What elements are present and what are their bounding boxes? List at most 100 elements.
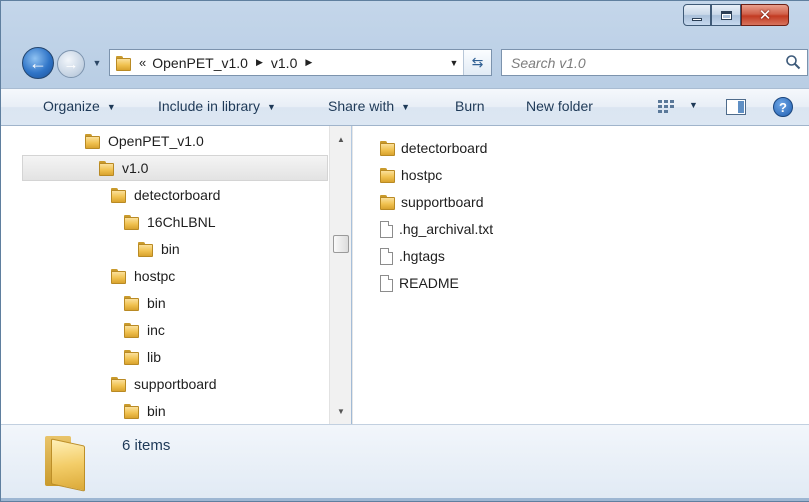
address-bar[interactable]: « OpenPET_v1.0 ▶ v1.0 ▶ ▼ ⇆ bbox=[109, 49, 492, 76]
breadcrumb-v1[interactable]: v1.0 bbox=[271, 55, 297, 71]
folder-icon bbox=[124, 322, 139, 338]
new-folder-button[interactable]: New folder bbox=[526, 98, 593, 114]
help-icon[interactable]: ? bbox=[773, 97, 793, 117]
close-button[interactable]: ✕ bbox=[741, 4, 789, 26]
scroll-thumb[interactable] bbox=[333, 235, 349, 253]
preview-pane-icon[interactable] bbox=[726, 99, 746, 115]
back-button[interactable]: ← bbox=[22, 47, 54, 79]
burn-button[interactable]: Burn bbox=[455, 98, 485, 114]
file-item-readme[interactable]: README bbox=[380, 271, 459, 295]
organize-button[interactable]: Organize ▼ bbox=[43, 98, 116, 114]
folder-icon bbox=[380, 167, 395, 183]
file-icon bbox=[380, 274, 393, 292]
tree-item-hostpc[interactable]: hostpc bbox=[111, 264, 175, 288]
tree-item-v1-selected[interactable]: v1.0 bbox=[22, 155, 328, 181]
tree-item-supportboard[interactable]: supportboard bbox=[111, 372, 217, 396]
back-arrow-icon: ← bbox=[29, 52, 47, 73]
chevron-down-icon: ▼ bbox=[92, 58, 102, 68]
breadcrumb-openpet[interactable]: OpenPET_v1.0 bbox=[152, 55, 248, 71]
folder-icon bbox=[111, 187, 126, 203]
tree-item-label: supportboard bbox=[134, 376, 217, 392]
minimize-button[interactable] bbox=[683, 4, 711, 26]
file-icon bbox=[380, 247, 393, 265]
scroll-down-icon[interactable]: ▼ bbox=[330, 402, 352, 420]
file-name: .hgtags bbox=[399, 248, 445, 264]
tree-item-label: lib bbox=[147, 349, 162, 365]
refresh-icon: ⇆ bbox=[471, 54, 484, 70]
refresh-button[interactable]: ⇆ bbox=[463, 50, 491, 75]
folder-icon bbox=[116, 55, 131, 71]
tree-item-label: v1.0 bbox=[122, 160, 149, 176]
file-item-hgtags[interactable]: .hgtags bbox=[380, 244, 445, 268]
breadcrumb-arrow-icon[interactable]: ▶ bbox=[305, 57, 312, 68]
search-icon[interactable] bbox=[785, 54, 801, 70]
maximize-button[interactable] bbox=[711, 4, 741, 26]
file-item-hostpc[interactable]: hostpc bbox=[380, 163, 442, 187]
tree-item-detectorboard[interactable]: detectorboard bbox=[111, 183, 220, 207]
file-item-supportboard[interactable]: supportboard bbox=[380, 190, 484, 214]
folder-icon bbox=[124, 295, 139, 311]
file-name: hostpc bbox=[401, 167, 443, 183]
minimize-icon bbox=[692, 17, 702, 21]
tree-item-bin[interactable]: bin bbox=[124, 399, 166, 423]
tree-item-lib[interactable]: lib bbox=[124, 345, 161, 369]
tree-item-label: OpenPET_v1.0 bbox=[108, 133, 204, 149]
folder-icon bbox=[380, 194, 395, 210]
file-list[interactable]: detectorboard hostpc supportboard .hg_ar… bbox=[352, 126, 809, 424]
recent-pages-dropdown[interactable]: ▼ bbox=[90, 57, 104, 69]
chevron-down-icon: ▼ bbox=[401, 102, 411, 112]
item-count: 6 items bbox=[122, 437, 171, 454]
folder-icon bbox=[124, 349, 139, 365]
tree-item-16chlbnl[interactable]: 16ChLBNL bbox=[124, 210, 216, 234]
change-view-icon[interactable] bbox=[657, 99, 675, 115]
search-input[interactable] bbox=[511, 54, 771, 71]
file-name: .hg_archival.txt bbox=[399, 221, 494, 237]
navigation-pane[interactable]: OpenPET_v1.0 v1.0 detectorboard 16ChLBNL… bbox=[1, 126, 329, 424]
scroll-up-icon[interactable]: ▲ bbox=[330, 130, 352, 148]
organize-label: Organize bbox=[43, 98, 100, 114]
chevron-down-icon: ▼ bbox=[266, 102, 276, 112]
tree-item-label: inc bbox=[147, 322, 165, 338]
file-name: README bbox=[399, 275, 459, 291]
file-item-detectorboard[interactable]: detectorboard bbox=[380, 136, 487, 160]
breadcrumb-arrow-icon[interactable]: ▶ bbox=[256, 57, 263, 68]
text-file-icon bbox=[380, 220, 393, 238]
folder-icon bbox=[124, 214, 139, 230]
folder-icon bbox=[124, 403, 139, 419]
maximize-icon bbox=[720, 10, 732, 20]
share-with-label: Share with bbox=[328, 98, 395, 114]
tree-item-bin[interactable]: bin bbox=[138, 237, 180, 261]
tree-item-openpet[interactable]: OpenPET_v1.0 bbox=[85, 129, 204, 153]
folder-icon bbox=[380, 140, 395, 156]
forward-button[interactable]: → bbox=[57, 50, 85, 78]
include-in-library-label: Include in library bbox=[158, 98, 260, 114]
forward-arrow-icon: → bbox=[63, 55, 79, 73]
folder-icon bbox=[45, 436, 85, 492]
tree-item-label: 16ChLBNL bbox=[147, 214, 216, 230]
view-options-dropdown[interactable]: ▼ bbox=[689, 100, 698, 110]
tree-item-label: bin bbox=[161, 241, 180, 257]
tree-item-label: bin bbox=[147, 403, 166, 419]
share-with-button[interactable]: Share with ▼ bbox=[328, 98, 410, 114]
folder-icon bbox=[138, 241, 153, 257]
tree-item-label: hostpc bbox=[134, 268, 176, 284]
include-in-library-button[interactable]: Include in library ▼ bbox=[158, 98, 276, 114]
chevron-down-icon: ▼ bbox=[106, 102, 116, 112]
file-name: detectorboard bbox=[401, 140, 488, 156]
folder-icon bbox=[85, 133, 100, 149]
tree-item-inc[interactable]: inc bbox=[124, 318, 165, 342]
folder-icon bbox=[111, 268, 126, 284]
tree-item-label: bin bbox=[147, 295, 166, 311]
close-icon: ✕ bbox=[758, 6, 772, 24]
details-pane: 6 items bbox=[1, 424, 809, 498]
command-bar: Organize ▼ Include in library ▼ Share with… bbox=[1, 88, 809, 126]
tree-item-bin[interactable]: bin bbox=[124, 291, 166, 315]
search-box[interactable] bbox=[501, 49, 808, 76]
breadcrumb-overflow[interactable]: « bbox=[139, 55, 146, 70]
tree-item-label: detectorboard bbox=[134, 187, 221, 203]
address-dropdown[interactable]: ▼ bbox=[447, 50, 461, 75]
folder-icon bbox=[99, 160, 114, 176]
navigation-scrollbar[interactable]: ▲ ▼ bbox=[329, 126, 351, 424]
file-name: supportboard bbox=[401, 194, 484, 210]
file-item-hg-archival[interactable]: .hg_archival.txt bbox=[380, 217, 493, 241]
